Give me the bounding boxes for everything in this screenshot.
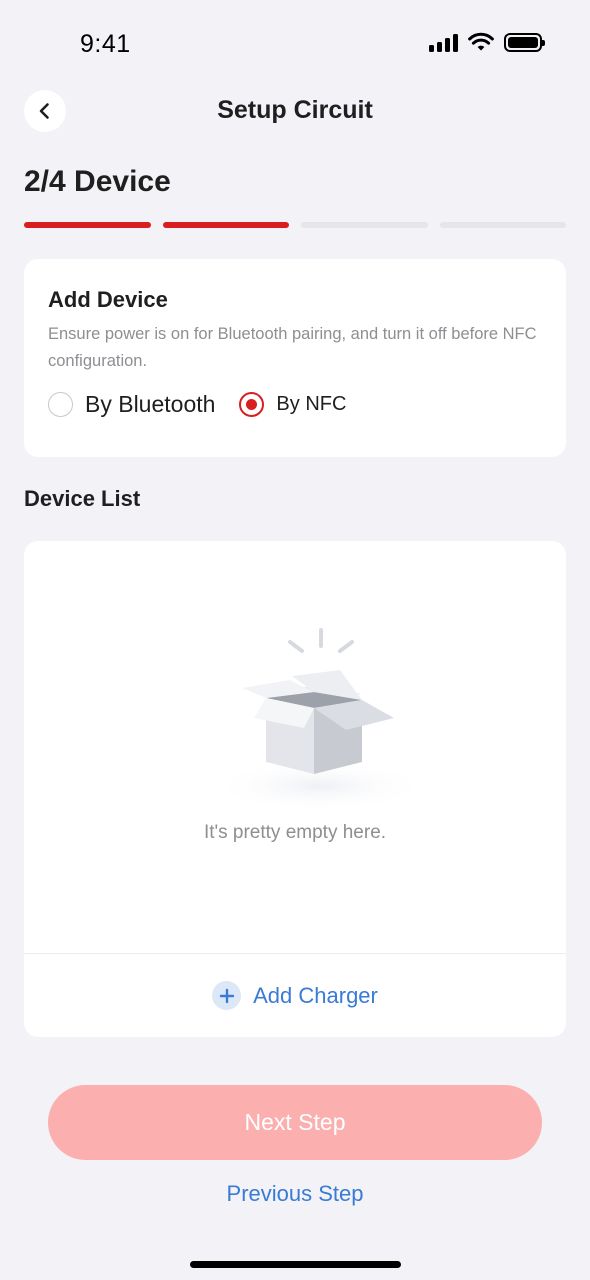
status-icons <box>429 32 545 52</box>
divider <box>24 953 566 954</box>
add-device-card: Add Device Ensure power is on for Blueto… <box>24 259 566 457</box>
progress-segment-1 <box>24 222 151 228</box>
add-charger-label: Add Charger <box>253 982 378 1008</box>
add-charger-button[interactable]: Add Charger <box>24 981 566 1010</box>
progress-segment-4 <box>439 222 566 228</box>
radio-bluetooth-label: By Bluetooth <box>85 391 216 417</box>
radio-checked-icon <box>239 392 265 417</box>
step-title: 2/4 Device <box>24 165 171 198</box>
page-title: Setup Circuit <box>217 96 373 124</box>
status-time: 9:41 <box>80 30 131 58</box>
add-device-title: Add Device <box>48 287 168 312</box>
previous-step-link[interactable]: Previous Step <box>0 1181 590 1207</box>
wifi-icon <box>468 32 494 51</box>
empty-box-illustration <box>209 628 429 811</box>
device-list-title: Device List <box>24 486 141 511</box>
device-list-card: It's pretty empty here. Add Charger <box>24 541 566 1037</box>
cellular-signal-icon <box>429 32 458 52</box>
battery-icon <box>504 32 545 52</box>
status-bar: 9:41 <box>0 0 590 88</box>
add-device-description: Ensure power is on for Bluetooth pairing… <box>48 325 537 370</box>
progress-segment-3 <box>301 222 428 228</box>
progress-segment-2 <box>162 222 289 228</box>
pairing-method-group: By Bluetooth By NFC <box>48 391 542 418</box>
step-progress <box>24 222 566 228</box>
home-indicator <box>190 1261 401 1268</box>
empty-state-text: It's pretty empty here. <box>203 822 387 843</box>
plus-circle-icon <box>212 981 242 1010</box>
radio-unchecked-icon <box>48 392 73 417</box>
radio-nfc-label: By NFC <box>276 393 347 415</box>
radio-nfc[interactable]: By NFC <box>239 392 346 417</box>
next-step-button[interactable]: Next Step <box>48 1085 542 1160</box>
radio-bluetooth[interactable]: By Bluetooth <box>48 391 215 418</box>
